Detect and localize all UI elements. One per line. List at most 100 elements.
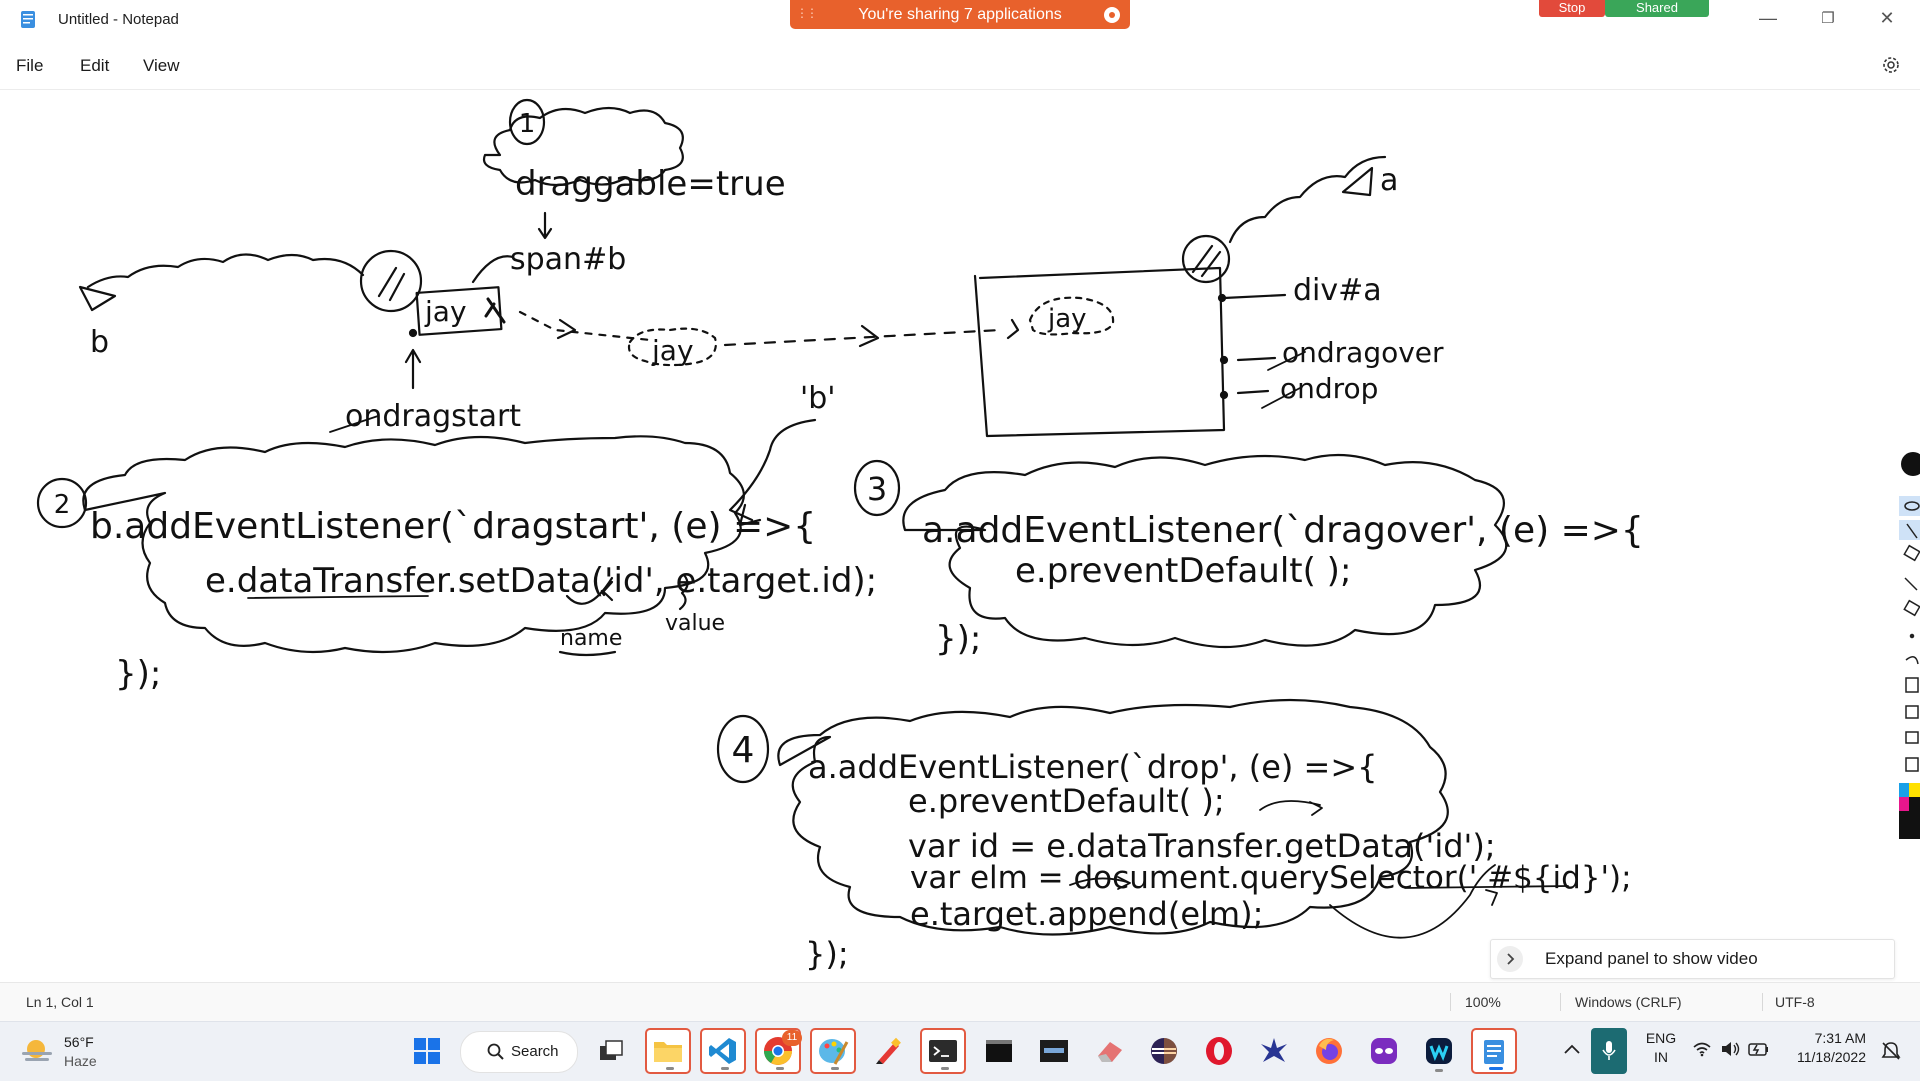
code4-close: }); — [805, 935, 849, 973]
close-button[interactable]: ✕ — [1864, 0, 1910, 36]
status-divider — [1450, 993, 1451, 1011]
a-label: a — [1380, 163, 1398, 198]
step-4-marker: 4 — [716, 714, 770, 784]
language-code: ENG — [1645, 1030, 1677, 1046]
terminal-icon — [929, 1040, 957, 1062]
ondrop-label: ondrop — [1280, 372, 1378, 405]
chrome-notification-badge: 11 — [782, 1030, 802, 1046]
mysql-icon — [1040, 1040, 1068, 1062]
clock[interactable]: 7:31 AM 11/18/2022 — [1783, 1030, 1866, 1065]
div-label: div#a — [1293, 273, 1382, 308]
step-4-number: 4 — [732, 730, 755, 771]
chevron-right-icon — [1497, 946, 1523, 972]
mask-app-button[interactable] — [1361, 1028, 1407, 1074]
b-id-label: 'b' — [800, 381, 836, 416]
menu-view[interactable]: View — [143, 56, 180, 76]
line-ending: Windows (CRLF) — [1575, 994, 1682, 1010]
webex-button[interactable] — [1416, 1028, 1462, 1074]
step-3-number: 3 — [867, 470, 887, 508]
clock-date: 11/18/2022 — [1796, 1049, 1866, 1065]
menu-edit[interactable]: Edit — [80, 56, 109, 76]
code2-name-annotation: name — [560, 626, 622, 651]
stop-sharing-button[interactable]: Stop — [1539, 0, 1605, 17]
task-view-button[interactable] — [588, 1028, 634, 1074]
step-1-number: 1 — [519, 109, 536, 139]
language-region: IN — [1654, 1049, 1668, 1065]
webex-icon — [1426, 1038, 1452, 1064]
menu-file[interactable]: File — [16, 56, 43, 76]
system-tray-icons[interactable] — [1692, 1040, 1770, 1058]
code3-close: }); — [935, 619, 981, 659]
code3-line1: a.addEventListener(`dragover', (e) =>{ — [922, 510, 1644, 551]
task-view-icon — [600, 1040, 623, 1060]
file-explorer-button[interactable] — [645, 1028, 691, 1074]
cmd-button[interactable] — [976, 1028, 1022, 1074]
step-3-marker: 3 — [853, 459, 901, 517]
notifications-button[interactable] — [1880, 1040, 1902, 1067]
ondragover-label: ondragover — [1282, 336, 1444, 369]
start-button[interactable] — [404, 1028, 450, 1074]
weather-desc: Haze — [64, 1053, 97, 1069]
jay-dropped: jay — [1047, 304, 1087, 334]
vscode-button[interactable] — [700, 1028, 746, 1074]
wifi-icon — [1693, 1042, 1711, 1057]
chrome-button[interactable]: 11 — [755, 1028, 802, 1074]
gear-icon[interactable] — [1880, 54, 1902, 76]
eclipse-icon — [1151, 1038, 1177, 1064]
eraser-app-button[interactable] — [1086, 1028, 1132, 1074]
paint-button[interactable] — [810, 1028, 856, 1074]
eclipse-button[interactable] — [1141, 1028, 1187, 1074]
code4-line1: a.addEventListener(`drop', (e) =>{ — [808, 748, 1378, 786]
figma-button[interactable] — [1251, 1028, 1297, 1074]
status-divider — [1560, 993, 1561, 1011]
notepad-taskbar-button[interactable] — [1471, 1028, 1517, 1074]
sharing-record-icon[interactable] — [1104, 7, 1120, 23]
notepad-app-icon — [21, 11, 35, 28]
opera-button[interactable] — [1196, 1028, 1242, 1074]
taskbar-search[interactable]: Search — [460, 1031, 578, 1073]
language-indicator[interactable]: ENG IN — [1643, 1030, 1679, 1065]
pen-toolbar — [1895, 448, 1920, 880]
span-label: span#b — [510, 242, 626, 277]
search-icon — [487, 1043, 504, 1060]
restore-button[interactable]: ❐ — [1805, 0, 1851, 36]
search-label: Search — [511, 1043, 559, 1060]
clock-time: 7:31 AM — [1814, 1030, 1866, 1046]
drawing-canvas[interactable]: 1 2 3 4 draggable=true jay span#b b ondr… — [0, 90, 1920, 980]
zoom-level: 100% — [1465, 994, 1501, 1010]
close-icon: ✕ — [1879, 7, 1895, 28]
code2-close: }); — [115, 654, 161, 694]
opera-icon — [1206, 1037, 1232, 1065]
terminal-button[interactable] — [920, 1028, 966, 1074]
pen-tools-icons[interactable] — [1895, 448, 1920, 880]
jay-source: jay — [424, 295, 467, 328]
drag-grip-icon[interactable]: ⋮⋮ — [796, 6, 818, 20]
eraser-icon — [1098, 1042, 1122, 1062]
shared-status-button[interactable]: Shared — [1605, 0, 1709, 17]
mysql-button[interactable] — [1031, 1028, 1077, 1074]
status-bar: Ln 1, Col 1 100% Windows (CRLF) UTF-8 — [0, 982, 1920, 1021]
b-label: b — [90, 325, 109, 360]
minimize-icon: — — [1759, 7, 1777, 28]
mask-icon — [1371, 1038, 1397, 1064]
weather-widget[interactable]: 56°F Haze — [20, 1032, 140, 1074]
sharing-banner[interactable]: ⋮⋮ You're sharing 7 applications — [790, 0, 1130, 29]
microphone-button[interactable] — [1591, 1028, 1627, 1074]
pen-app-button[interactable] — [865, 1028, 911, 1074]
notepad-icon — [1484, 1040, 1504, 1064]
minimize-button[interactable]: — — [1745, 0, 1791, 36]
expand-panel-button[interactable]: Expand panel to show video — [1490, 939, 1895, 979]
window-title: Untitled - Notepad — [58, 11, 179, 28]
folder-icon — [654, 1042, 682, 1062]
sharing-text: You're sharing 7 applications — [858, 5, 1062, 23]
code4-line5: e.target.append(elm); — [910, 895, 1263, 933]
firefox-button[interactable] — [1306, 1028, 1352, 1074]
show-hidden-icons-button[interactable] — [1563, 1042, 1581, 1060]
code2-value-annotation: value — [665, 611, 725, 636]
expand-panel-label: Expand panel to show video — [1545, 949, 1758, 968]
battery-icon — [1748, 1043, 1768, 1056]
code3-line2: e.preventDefault( ); — [1015, 551, 1351, 591]
weather-temp: 56°F — [64, 1034, 94, 1050]
status-divider — [1762, 993, 1763, 1011]
restore-icon: ❐ — [1821, 10, 1835, 27]
